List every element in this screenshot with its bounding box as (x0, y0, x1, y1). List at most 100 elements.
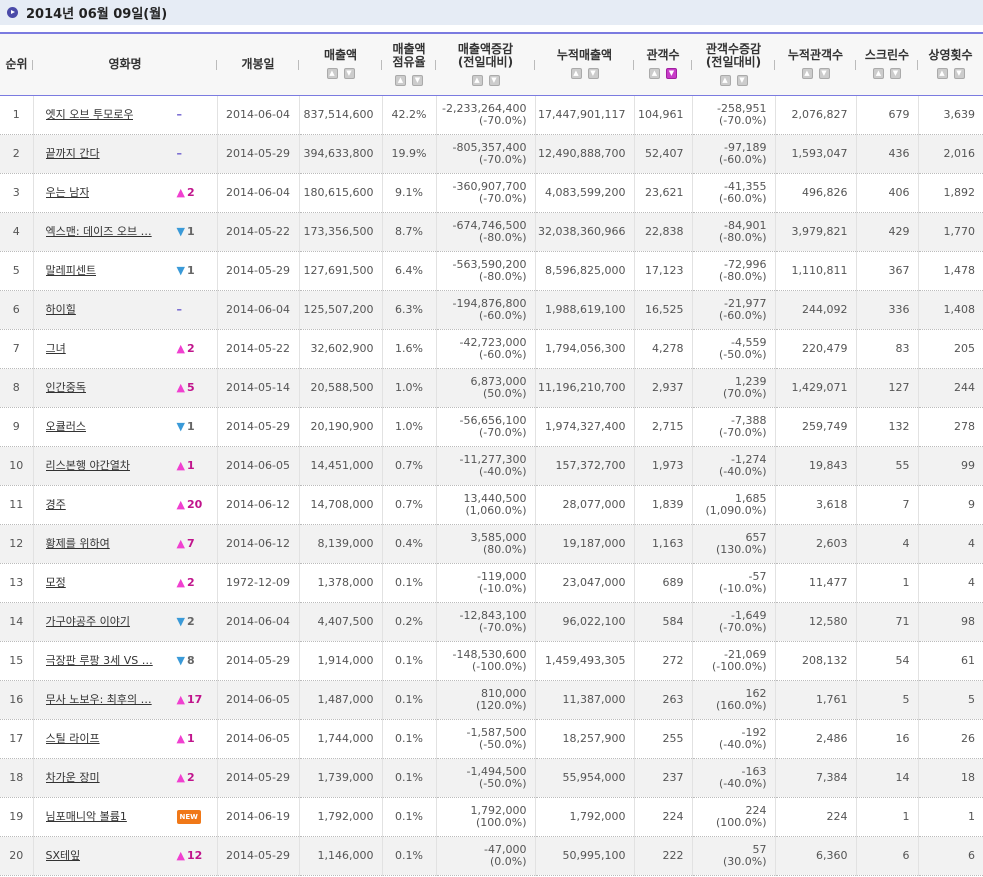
movie-title-link[interactable]: 말레피센트 (46, 265, 97, 277)
sort-ascending-button[interactable]: ▲ (873, 68, 884, 80)
movie-title-link[interactable]: 황제를 위하여 (46, 538, 110, 550)
sales-share: 0.1% (381, 797, 436, 837)
sales: 32,602,900 (298, 329, 382, 369)
movie-title-link[interactable]: 오큘러스 (46, 421, 86, 433)
sort-ascending-button[interactable]: ▲ (395, 74, 406, 86)
cumulative-sales: 1,459,493,305 (534, 641, 634, 681)
sales-share: 0.1% (381, 758, 436, 798)
rank-change: ▲ 2 (176, 185, 195, 199)
movie-title-link[interactable]: 님포매니악 볼륨1 (46, 811, 127, 823)
rank: 13 (0, 563, 33, 603)
box-office-table: 순위 영화명 개봉일 매출액 ▲ ▼ 매출액 점유율 ▲ ▼ 매출액증감 (전일대비) ▲ ▼ 누적매출액 ▲… (0, 32, 983, 876)
column-label: 누적매출액 (556, 48, 613, 63)
sort-ascending-button[interactable]: ▲ (649, 68, 660, 80)
movie-title-link[interactable]: 극장판 루팡 3세 VS … (46, 655, 153, 667)
sort-ascending-button[interactable]: ▲ (570, 68, 582, 80)
sales-share: 6.3% (381, 290, 436, 330)
movie-title-link[interactable]: 리스본행 야간열차 (46, 460, 130, 472)
sort-descending-button[interactable]: ▼ (587, 68, 599, 80)
sort-descending-button[interactable]: ▼ (488, 74, 500, 86)
rank-change: ▼ 1 (176, 224, 195, 238)
open-date: 2014-05-14 (216, 368, 299, 408)
audience: 272 (633, 641, 692, 681)
cumulative-audience: 3,618 (774, 485, 856, 525)
sales-change: 3,585,000 (80.0%) (435, 524, 535, 564)
table-row: 18 차가운 장미 ▲ 2 2014-05-29 1,739,000 0.1% -1,494,… (0, 758, 983, 798)
sales: 1,739,000 (298, 758, 382, 798)
sort-descending-button[interactable]: ▼ (666, 68, 677, 80)
sales-share: 0.7% (381, 485, 436, 525)
sort-descending-button[interactable]: ▼ (890, 68, 901, 80)
audience-change: -1,274 (-40.0%) (691, 446, 775, 486)
cumulative-audience: 1,429,071 (774, 368, 856, 408)
sales: 14,708,000 (298, 485, 382, 525)
table-row: 3 우는 남자 ▲ 2 2014-06-04 180,615,600 9.1% -360,90… (0, 173, 983, 213)
sales: 1,914,000 (298, 641, 382, 681)
cumulative-sales: 1,974,327,400 (534, 407, 634, 447)
movie-title-link[interactable]: 차가운 장미 (46, 772, 100, 784)
rank: 11 (0, 485, 33, 525)
movie-title-link[interactable]: 끝까지 간다 (46, 148, 100, 160)
movie-title-link[interactable]: 하이힐 (46, 304, 76, 316)
movie-title-link[interactable]: 경주 (46, 499, 66, 511)
movie-title-link[interactable]: 엣지 오브 투모로우 (46, 109, 134, 121)
column-label: 누적관객수 (787, 48, 844, 63)
sort-descending-button[interactable]: ▼ (412, 74, 423, 86)
sort-descending-button[interactable]: ▼ (736, 74, 748, 86)
sort-descending-button[interactable]: ▼ (818, 68, 830, 80)
audience: 263 (633, 680, 692, 720)
showings: 4 (917, 524, 983, 564)
cumulative-audience: 244,092 (774, 290, 856, 330)
sort-descending-button[interactable]: ▼ (343, 68, 355, 80)
rank-change: NEW (176, 809, 213, 824)
open-date: 2014-06-04 (216, 602, 299, 642)
sort-ascending-button[interactable]: ▲ (936, 68, 948, 80)
sales: 1,378,000 (298, 563, 382, 603)
movie-title-link[interactable]: 모정 (46, 577, 66, 589)
audience-change: 657 (130.0%) (691, 524, 775, 564)
arrow-down-icon: ▼ (176, 263, 185, 277)
sales-change: -805,357,400 (-70.0%) (435, 134, 535, 174)
showings: 244 (917, 368, 983, 408)
sort-ascending-button[interactable]: ▲ (326, 68, 338, 80)
screens: 4 (855, 524, 918, 564)
movie-title-link[interactable]: 엑스맨: 데이즈 오브 … (46, 226, 152, 238)
rank-change: ▲ 5 (176, 380, 195, 394)
sales-share: 0.1% (381, 563, 436, 603)
screens: 14 (855, 758, 918, 798)
audience-change: -1,649 (-70.0%) (691, 602, 775, 642)
sort-descending-button[interactable]: ▼ (953, 68, 965, 80)
sales: 127,691,500 (298, 251, 382, 291)
showings: 205 (917, 329, 983, 369)
movie-title-link[interactable]: 우는 남자 (46, 187, 90, 199)
movie-title-link[interactable]: SX테잎 (46, 850, 81, 862)
movie-title-link[interactable]: 가구야공주 이야기 (46, 616, 130, 628)
cumulative-sales: 1,988,619,100 (534, 290, 634, 330)
rank-change: – (176, 146, 183, 160)
movie-title-link[interactable]: 그녀 (46, 343, 66, 355)
table-row: 11 경주 ▲ 20 2014-06-12 14,708,000 0.7% 13,440,50… (0, 485, 983, 525)
sort-ascending-button[interactable]: ▲ (719, 74, 731, 86)
audience: 104,961 (633, 95, 692, 135)
cumulative-sales: 1,794,056,300 (534, 329, 634, 369)
audience: 16,525 (633, 290, 692, 330)
movie-title-link[interactable]: 스틸 라이프 (46, 733, 100, 745)
column-label: 매출액증감 (전일대비) (457, 41, 514, 69)
sales-change: -360,907,700 (-70.0%) (435, 173, 535, 213)
audience: 23,621 (633, 173, 692, 213)
sales-change: -47,000 (0.0%) (435, 836, 535, 876)
cumulative-sales: 32,038,360,966 (534, 212, 634, 252)
audience: 222 (633, 836, 692, 876)
audience-change: 224 (100.0%) (691, 797, 775, 837)
movie-title-link[interactable]: 인간중독 (46, 382, 86, 394)
rank-change: ▲ 7 (176, 536, 195, 550)
movie-title-link[interactable]: 무사 노보우: 최후의 … (46, 694, 152, 706)
sort-ascending-button[interactable]: ▲ (471, 74, 483, 86)
table-row: 13 모정 ▲ 2 1972-12-09 1,378,000 0.1% -119,000 (-1… (0, 563, 983, 603)
open-date: 2014-05-29 (216, 407, 299, 447)
audience-change: -163 (-40.0%) (691, 758, 775, 798)
audience-change: -192 (-40.0%) (691, 719, 775, 759)
sales-share: 0.2% (381, 602, 436, 642)
sort-ascending-button[interactable]: ▲ (801, 68, 813, 80)
sales-change: -1,587,500 (-50.0%) (435, 719, 535, 759)
